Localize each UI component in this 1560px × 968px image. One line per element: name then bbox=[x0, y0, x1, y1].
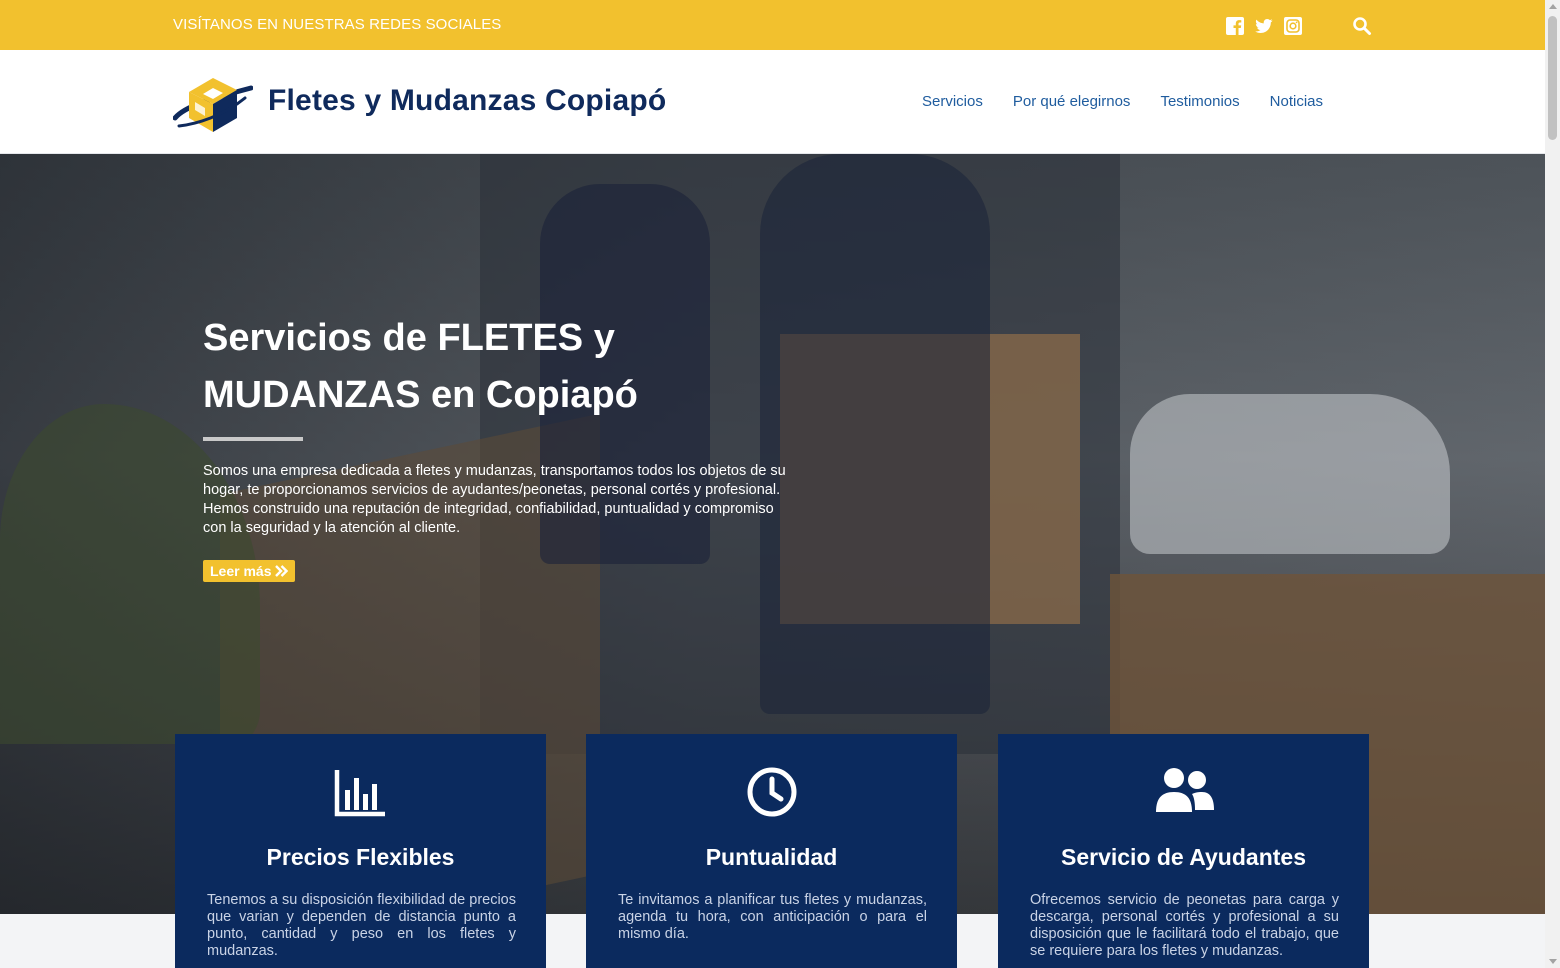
logo-icon[interactable] bbox=[173, 68, 253, 136]
feature-title: Puntualidad bbox=[705, 844, 838, 870]
feature-text: Ofrecemos servicio de peonetas para carg… bbox=[1030, 892, 1339, 959]
hero-title: Servicios de FLETES y MUDANZAS en Copiap… bbox=[203, 317, 638, 416]
site-header: Fletes y Mudanzas Copiapó Servicios Por … bbox=[0, 50, 1545, 154]
social-icons bbox=[1226, 17, 1302, 35]
feature-card-precios: Precios Flexibles Tenemos a su disposici… bbox=[175, 734, 546, 968]
nav-item-por-que-elegirnos[interactable]: Por qué elegirnos bbox=[1013, 93, 1131, 110]
nav-item-noticias[interactable]: Noticias bbox=[1270, 93, 1323, 110]
read-more-button[interactable]: Leer más bbox=[203, 560, 296, 582]
brand-name[interactable]: Fletes y Mudanzas Copiapó bbox=[268, 84, 666, 118]
clock-icon bbox=[747, 767, 796, 817]
users-icon bbox=[1155, 768, 1214, 812]
feature-card-ayudantes: Servicio de Ayudantes Ofrecemos servicio… bbox=[998, 734, 1369, 968]
twitter-icon[interactable] bbox=[1255, 17, 1273, 35]
main-nav: Servicios Por qué elegirnos Testimonios … bbox=[922, 93, 1323, 110]
hero-description: Somos una empresa dedicada a fletes y mu… bbox=[203, 463, 786, 536]
scroll-up-icon[interactable] bbox=[1549, 4, 1557, 9]
nav-item-servicios[interactable]: Servicios bbox=[922, 93, 983, 110]
top-bar: VISÍTANOS EN NUESTRAS REDES SOCIALES bbox=[0, 0, 1545, 50]
nav-item-testimonios[interactable]: Testimonios bbox=[1160, 93, 1239, 110]
feature-card-puntualidad: Puntualidad Te invitamos a planificar tu… bbox=[586, 734, 957, 968]
social-text: VISÍTANOS EN NUESTRAS REDES SOCIALES bbox=[173, 16, 502, 33]
hero-photo-car bbox=[1130, 394, 1450, 554]
feature-text: Te invitamos a planificar tus fletes y m… bbox=[618, 892, 927, 942]
feature-title: Precios Flexibles bbox=[266, 844, 455, 870]
read-more-label: Leer más bbox=[210, 563, 272, 579]
instagram-icon[interactable] bbox=[1284, 17, 1302, 35]
facebook-icon[interactable] bbox=[1226, 17, 1244, 35]
page-scrollbar[interactable] bbox=[1545, 0, 1560, 968]
double-chevron-right-icon bbox=[275, 565, 289, 577]
hero-photo-mover-right bbox=[760, 154, 990, 714]
bar-chart-icon bbox=[334, 770, 385, 817]
feature-title: Servicio de Ayudantes bbox=[1061, 844, 1306, 870]
feature-text: Tenemos a su disposición flexibilidad de… bbox=[207, 892, 516, 959]
scrollbar-thumb[interactable] bbox=[1548, 16, 1557, 140]
scroll-down-icon[interactable] bbox=[1549, 959, 1557, 964]
search-icon[interactable] bbox=[1352, 16, 1372, 36]
hero-divider bbox=[203, 437, 303, 441]
